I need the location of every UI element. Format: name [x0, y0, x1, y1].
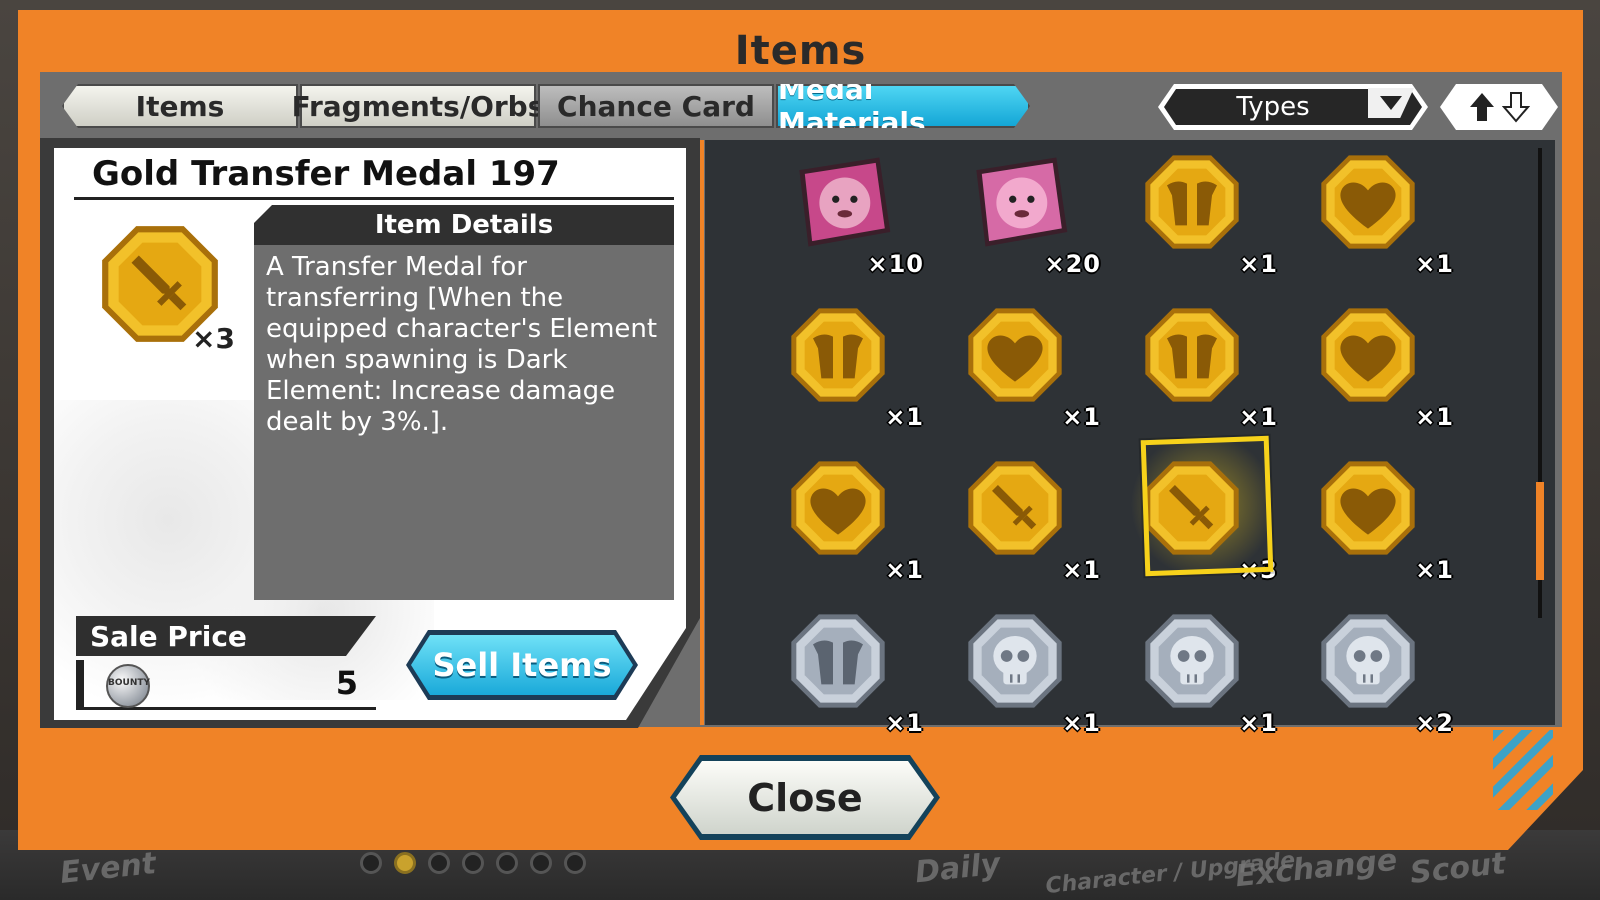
close-button[interactable]: Close — [670, 755, 940, 840]
panel-divider — [700, 140, 704, 725]
scrollbar-thumb[interactable] — [1536, 482, 1544, 580]
item-count: ×1 — [885, 403, 924, 431]
tab-label: Chance Card — [557, 89, 755, 123]
selection-frame — [1140, 435, 1274, 577]
grid-item[interactable]: ×1 — [965, 305, 1100, 431]
item-count: ×1 — [1415, 403, 1454, 431]
item-count: ×2 — [1415, 709, 1454, 737]
close-label: Close — [676, 761, 934, 834]
grid-item[interactable]: ×1 — [1318, 458, 1453, 584]
page-dot — [530, 852, 552, 874]
grid-item[interactable]: ×1 — [1142, 152, 1277, 278]
item-count: ×1 — [1415, 556, 1454, 584]
grid-item[interactable]: ×1 — [1142, 611, 1277, 737]
grid-item[interactable]: ×1 — [965, 611, 1100, 737]
tab-label: Items — [135, 89, 225, 123]
item-count: ×1 — [885, 709, 924, 737]
grid-item[interactable]: ×1 — [965, 458, 1100, 584]
types-dropdown[interactable]: Types — [1158, 84, 1428, 130]
grid-item[interactable]: ×1 — [1142, 305, 1277, 431]
item-description: A Transfer Medal for transferring [When … — [266, 252, 658, 437]
sale-price-label: Sale Price — [76, 616, 376, 656]
page-indicator — [360, 852, 586, 874]
sale-price-value: 5 — [335, 664, 358, 702]
sell-items-button[interactable]: Sell Items — [406, 630, 638, 700]
page-dot — [462, 852, 484, 874]
grid-item[interactable]: ×1 — [1318, 305, 1453, 431]
sort-toggle-button[interactable] — [1440, 84, 1558, 130]
tab-fragments-orbs[interactable]: Fragments/Orbs — [292, 84, 544, 128]
page-dot — [564, 852, 586, 874]
item-count: ×1 — [1239, 709, 1278, 737]
sale-price-row: BOUNTY 5 — [76, 660, 376, 710]
grid-item[interactable]: ×2 — [1318, 611, 1453, 737]
bounty-coin-icon: BOUNTY — [106, 664, 150, 708]
item-count: ×1 — [1239, 250, 1278, 278]
page-dot — [496, 852, 518, 874]
details-header: Item Details — [254, 205, 674, 245]
dialog-title: Items — [734, 28, 867, 74]
page-dot — [360, 852, 382, 874]
grid-item[interactable]: ×20 — [965, 152, 1100, 278]
item-count: ×1 — [1062, 709, 1101, 737]
tab-medal-materials[interactable]: Medal Materials — [776, 84, 1030, 128]
tab-chance-card[interactable]: Chance Card — [538, 84, 774, 128]
grid-item[interactable]: ×10 — [788, 152, 923, 278]
item-count: ×1 — [1415, 250, 1454, 278]
item-count: ×1 — [885, 556, 924, 584]
frame-decoration — [1493, 730, 1553, 810]
page-dot-active — [394, 852, 416, 874]
grid-item[interactable]: ×1 — [1318, 152, 1453, 278]
item-count: ×3 — [192, 322, 235, 355]
page-dot — [428, 852, 450, 874]
sell-items-label: Sell Items — [411, 635, 633, 695]
tab-label: Fragments/Orbs — [291, 89, 545, 123]
divider — [74, 197, 674, 200]
item-count: ×1 — [1062, 556, 1101, 584]
coin-label: BOUNTY — [108, 678, 151, 688]
item-count: ×20 — [1044, 250, 1101, 278]
sort-up-icon — [1468, 91, 1496, 123]
grid-item[interactable]: ×1 — [788, 305, 923, 431]
item-count: ×1 — [1239, 403, 1278, 431]
tab-items[interactable]: Items — [62, 84, 298, 128]
grid-item[interactable]: ×1 — [788, 611, 923, 737]
item-name: Gold Transfer Medal 197 — [92, 154, 560, 194]
item-count: ×1 — [1062, 403, 1101, 431]
grid-item[interactable]: ×1 — [788, 458, 923, 584]
item-count: ×10 — [867, 250, 924, 278]
sort-down-icon — [1502, 91, 1530, 123]
